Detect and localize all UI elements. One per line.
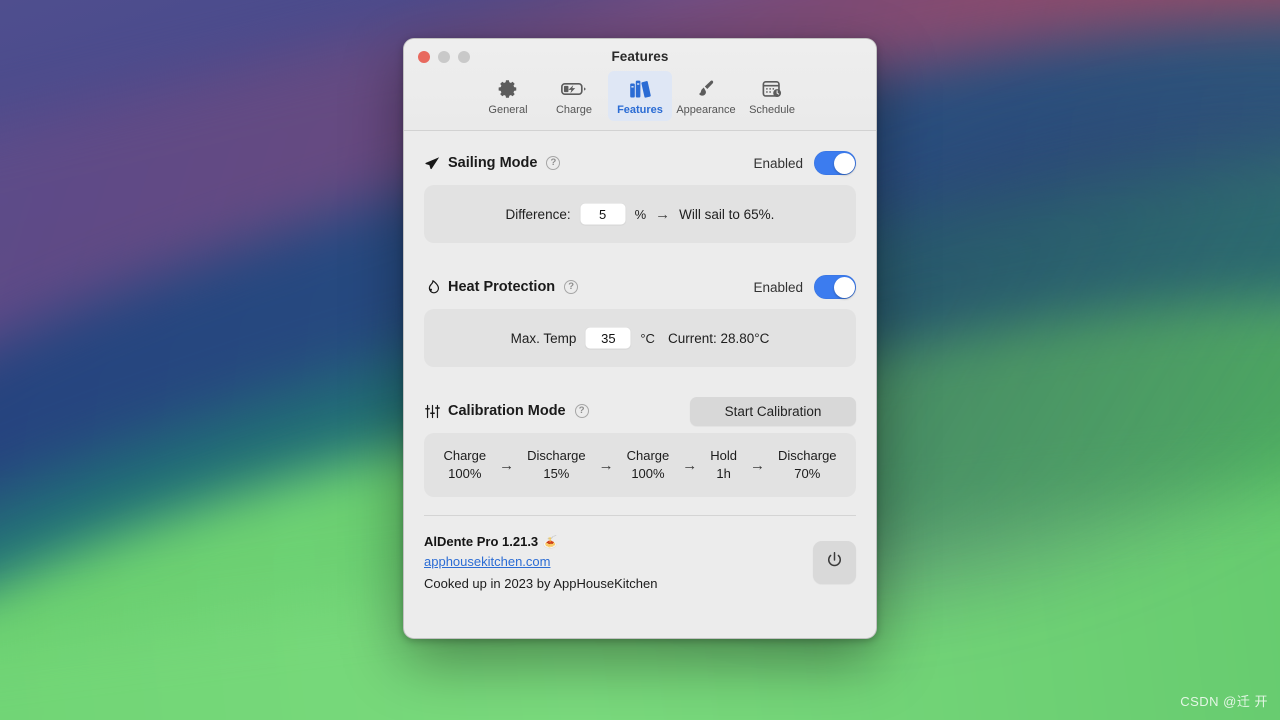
app-name-version: AlDente Pro 1.21.3	[424, 534, 538, 549]
credit-text: Cooked up in 2023 by AppHouseKitchen	[424, 576, 657, 591]
features-content: Sailing Mode ? Enabled Difference: 5 % →…	[404, 141, 876, 516]
books-icon	[628, 77, 652, 101]
calibration-step: Charge 100%	[443, 447, 486, 482]
calibration-step: Charge 100%	[627, 447, 670, 482]
gear-icon	[497, 77, 519, 101]
tab-appearance[interactable]: Appearance	[674, 71, 738, 121]
window-title: Features	[404, 49, 876, 64]
celsius-unit-label: °C	[640, 331, 655, 346]
percent-unit-label: %	[635, 207, 647, 222]
calibration-step: Hold 1h	[710, 447, 737, 482]
step-value: 100%	[627, 465, 670, 483]
tab-features[interactable]: Features	[608, 71, 672, 121]
battery-bolt-icon	[561, 77, 587, 101]
step-action: Charge	[627, 448, 670, 463]
sliders-icon	[424, 403, 444, 420]
sailing-mode-header: Sailing Mode ? Enabled	[424, 141, 856, 185]
website-link[interactable]: apphousekitchen.com	[424, 553, 813, 572]
pasta-emoji-icon: 🍝	[543, 535, 558, 549]
tab-schedule-label: Schedule	[749, 105, 795, 116]
calibration-mode-title: Calibration Mode	[448, 403, 566, 419]
calibration-mode-header: Calibration Mode ? Start Calibration	[424, 389, 856, 433]
flow-arrow-icon: →	[499, 457, 514, 474]
step-value: 1h	[710, 465, 737, 483]
aldente-window: Features General	[403, 38, 877, 639]
step-value: 15%	[527, 465, 586, 483]
quit-power-button[interactable]	[813, 541, 856, 584]
step-action: Discharge	[778, 448, 837, 463]
difference-input[interactable]: 5	[580, 203, 626, 225]
paper-plane-icon	[424, 155, 444, 172]
heat-protection-header: Heat Protection ? Enabled	[424, 265, 856, 309]
tab-general-label: General	[488, 105, 527, 116]
arrow-right-icon: →	[655, 206, 670, 223]
max-temp-label: Max. Temp	[511, 331, 577, 346]
tab-charge-label: Charge	[556, 105, 592, 116]
calendar-clock-icon	[760, 77, 784, 101]
current-temp-text: Current: 28.80°C	[668, 331, 769, 346]
tab-charge[interactable]: Charge	[542, 71, 606, 121]
about-footer: AlDente Pro 1.21.3 🍝 apphousekitchen.com…	[404, 516, 876, 596]
max-temp-input[interactable]: 35	[585, 327, 631, 349]
sailing-enabled-label: Enabled	[753, 156, 803, 171]
difference-label: Difference:	[506, 207, 571, 222]
step-value: 70%	[778, 465, 837, 483]
flow-arrow-icon: →	[750, 457, 765, 474]
step-action: Discharge	[527, 448, 586, 463]
flame-icon	[424, 279, 444, 296]
sailing-settings-panel: Difference: 5 % → Will sail to 65%.	[424, 185, 856, 243]
start-calibration-button[interactable]: Start Calibration	[690, 397, 856, 426]
preferences-toolbar: General Charge	[404, 71, 876, 121]
heat-protection-toggle[interactable]	[814, 275, 856, 299]
heat-toggle-knob	[834, 277, 855, 298]
step-value: 100%	[443, 465, 486, 483]
calibration-flow-panel: Charge 100% → Discharge 15% → Charge 100…	[424, 433, 856, 497]
about-text-block: AlDente Pro 1.21.3 🍝 apphousekitchen.com…	[424, 530, 813, 596]
tab-schedule[interactable]: Schedule	[740, 71, 804, 121]
flow-arrow-icon: →	[682, 457, 697, 474]
power-icon	[824, 550, 845, 576]
flow-arrow-icon: →	[599, 457, 614, 474]
calibration-help-icon[interactable]: ?	[575, 404, 589, 418]
paintbrush-icon	[694, 77, 718, 101]
calibration-step-flow: Charge 100% → Discharge 15% → Charge 100…	[424, 447, 856, 482]
sailing-mode-title: Sailing Mode	[448, 155, 537, 171]
sailing-help-icon[interactable]: ?	[546, 156, 560, 170]
csdn-watermark: CSDN @迁 开	[1180, 691, 1268, 710]
heat-protection-title: Heat Protection	[448, 279, 555, 295]
tab-general[interactable]: General	[476, 71, 540, 121]
tab-appearance-label: Appearance	[676, 105, 735, 116]
heat-enabled-label: Enabled	[753, 280, 803, 295]
step-action: Hold	[710, 448, 737, 463]
window-titlebar: Features General	[404, 39, 876, 131]
sailing-toggle-knob	[834, 153, 855, 174]
sailing-mode-toggle[interactable]	[814, 151, 856, 175]
step-action: Charge	[443, 448, 486, 463]
tab-features-label: Features	[617, 105, 663, 116]
app-version-row: AlDente Pro 1.21.3 🍝	[424, 530, 813, 553]
sail-result-text: Will sail to 65%.	[679, 207, 774, 222]
calibration-step: Discharge 15%	[527, 447, 586, 482]
calibration-step: Discharge 70%	[778, 447, 837, 482]
heat-settings-panel: Max. Temp 35 °C Current: 28.80°C	[424, 309, 856, 367]
heat-help-icon[interactable]: ?	[564, 280, 578, 294]
